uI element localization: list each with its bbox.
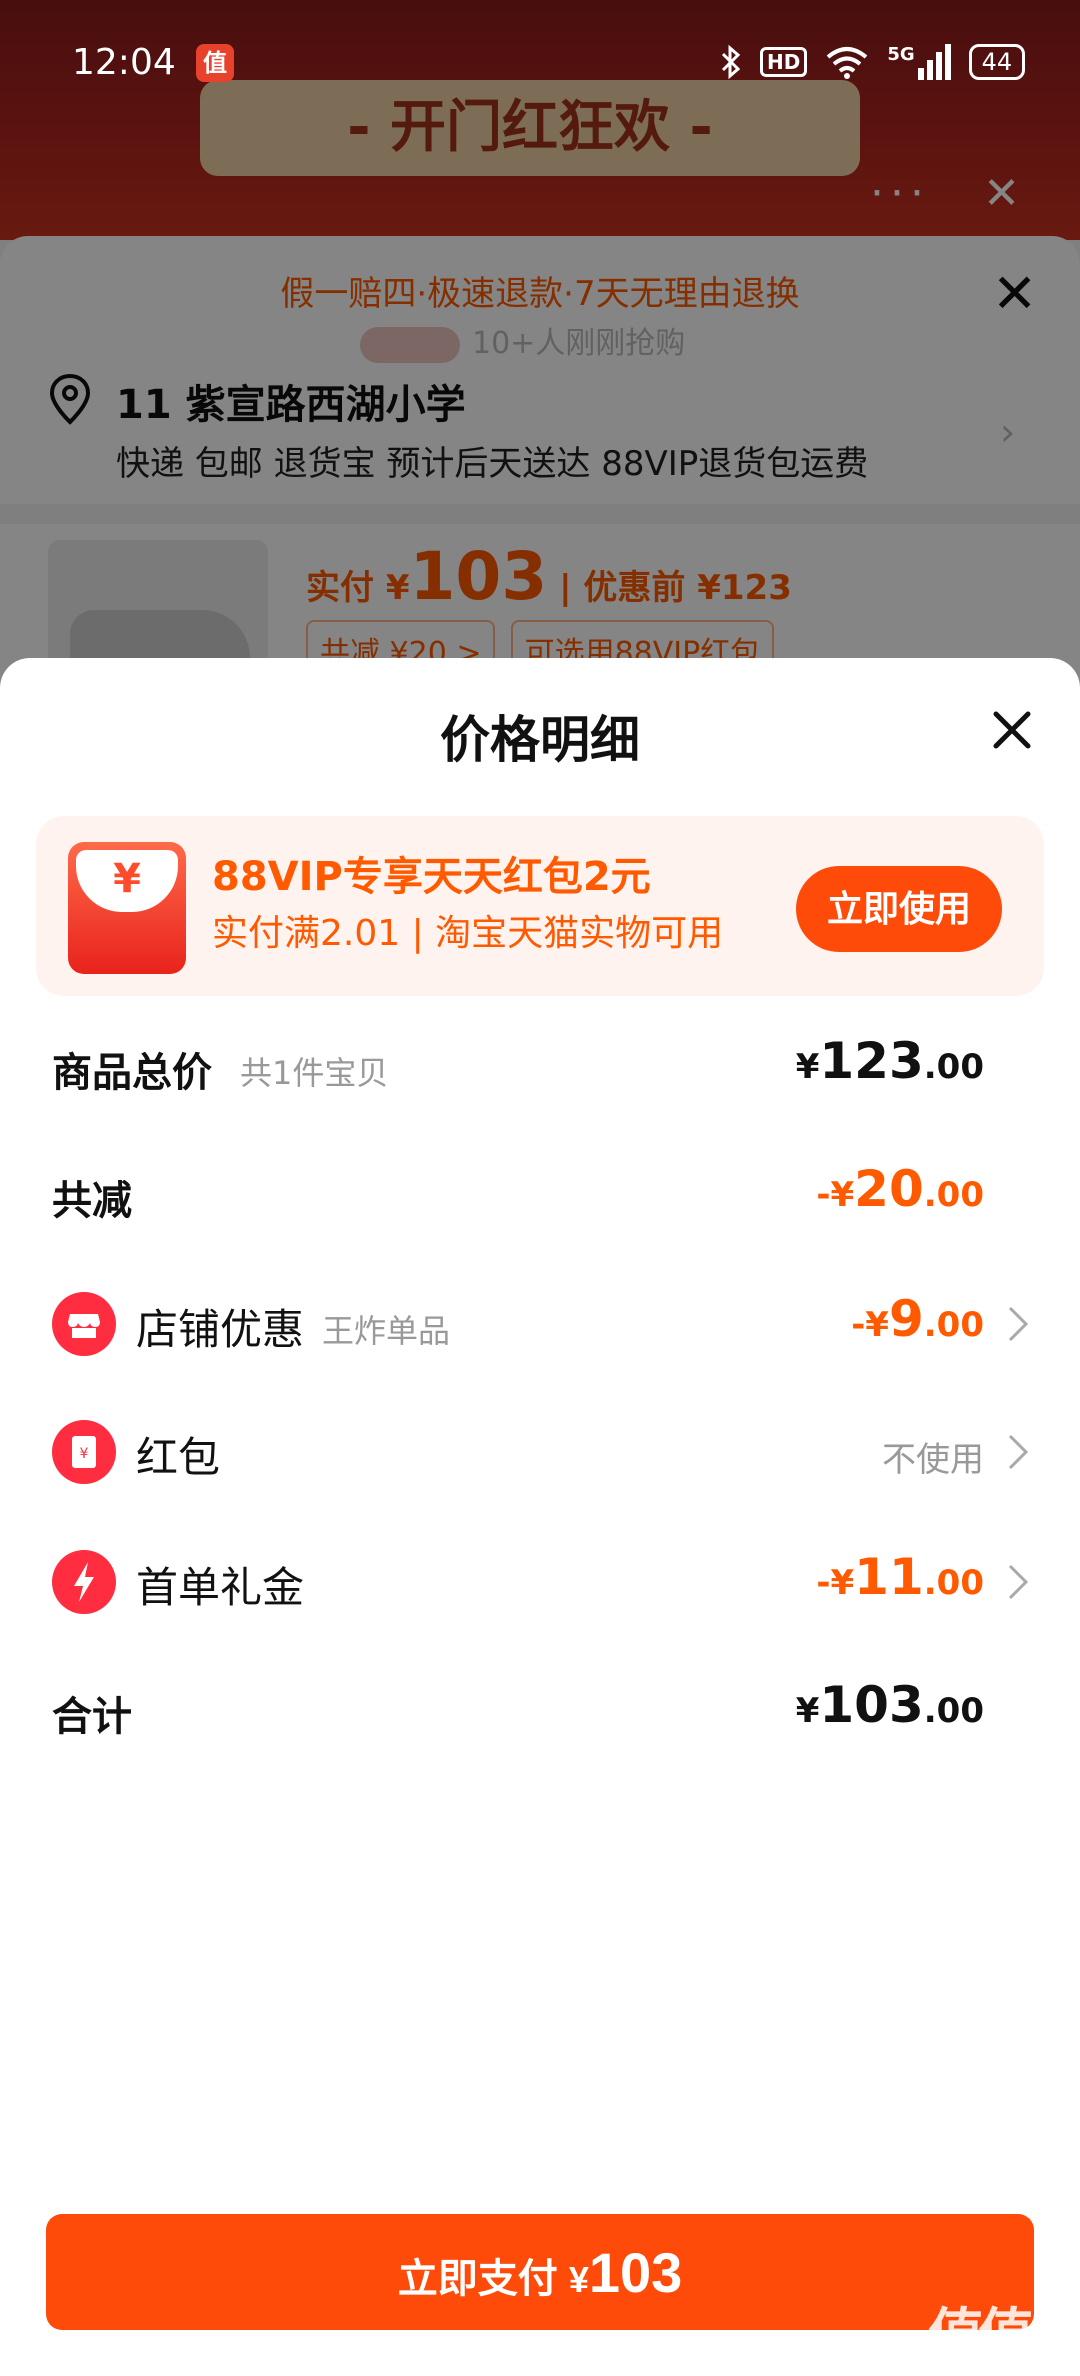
wifi-icon bbox=[827, 47, 868, 79]
hd-icon: HD bbox=[760, 47, 808, 77]
first-order-gift-row[interactable]: 首单礼金 -¥11.00 bbox=[0, 1538, 1080, 1628]
battery-icon: 44 bbox=[968, 44, 1026, 80]
row-amount: -¥20.00 bbox=[816, 1160, 984, 1218]
red-envelope-icon: ¥ bbox=[68, 842, 186, 974]
use-now-button[interactable]: 立即使用 bbox=[796, 866, 1002, 952]
sheet-title: 价格明细 bbox=[440, 711, 640, 769]
row-amount: -¥11.00 bbox=[816, 1548, 984, 1606]
status-time: 12:04 bbox=[72, 42, 176, 83]
lightning-icon bbox=[52, 1550, 116, 1614]
redpacket-row[interactable]: ¥ 红包 不使用 bbox=[0, 1408, 1080, 1498]
row-amount: -¥9.00 bbox=[851, 1290, 984, 1348]
row-sublabel: 王炸单品 bbox=[322, 1312, 451, 1350]
row-value: 不使用 bbox=[882, 1440, 984, 1480]
row-label: 共减 bbox=[52, 1178, 132, 1224]
chevron-right-icon bbox=[1008, 1306, 1029, 1342]
sum-row: 合计 ¥103.00 bbox=[0, 1666, 1080, 1756]
total-price-row: 商品总价 共1件宝贝 ¥123.00 bbox=[0, 1022, 1080, 1112]
redpacket-icon: ¥ bbox=[52, 1420, 116, 1484]
promo-title: 88VIP专享天天红包2元 bbox=[212, 854, 651, 900]
bluetooth-icon bbox=[721, 44, 741, 80]
reduce-row: 共减 -¥20.00 bbox=[0, 1150, 1080, 1240]
row-amount: ¥123.00 bbox=[795, 1032, 984, 1090]
shop-discount-row[interactable]: 店铺优惠 王炸单品 -¥9.00 bbox=[0, 1280, 1080, 1370]
app-notification-icon: 值 bbox=[196, 44, 234, 82]
pay-now-button[interactable]: 立即支付 ¥103 bbox=[46, 2214, 1034, 2330]
promo-desc: 实付满2.01 | 淘宝天猫实物可用 bbox=[212, 913, 724, 954]
row-label: 商品总价 bbox=[52, 1050, 212, 1096]
row-label: 红包 bbox=[136, 1433, 221, 1482]
signal-icon: 5G bbox=[887, 44, 951, 80]
price-detail-sheet: 价格明细 ¥ 88VIP专享天天红包2元 实付满2.01 | 淘宝天猫实物可用 … bbox=[0, 658, 1080, 2376]
row-label: 首单礼金 bbox=[136, 1563, 305, 1612]
shop-icon bbox=[52, 1292, 116, 1356]
watermark-url: zhizhizhi.com bbox=[932, 2350, 1054, 2371]
close-icon[interactable] bbox=[984, 702, 1040, 758]
svg-text:¥: ¥ bbox=[80, 1446, 89, 1462]
row-label: 合计 bbox=[52, 1694, 132, 1740]
vip-redpacket-promo: ¥ 88VIP专享天天红包2元 实付满2.01 | 淘宝天猫实物可用 立即使用 bbox=[36, 816, 1044, 996]
chevron-right-icon bbox=[1008, 1564, 1029, 1600]
status-bar: 12:04 值 HD 5G 44 bbox=[0, 0, 1080, 120]
chevron-right-icon bbox=[1008, 1434, 1029, 1470]
row-sublabel: 共1件宝贝 bbox=[240, 1054, 389, 1092]
row-amount: ¥103.00 bbox=[795, 1676, 984, 1734]
row-label: 店铺优惠 bbox=[136, 1305, 305, 1354]
status-icons: HD 5G 44 bbox=[720, 44, 1026, 80]
